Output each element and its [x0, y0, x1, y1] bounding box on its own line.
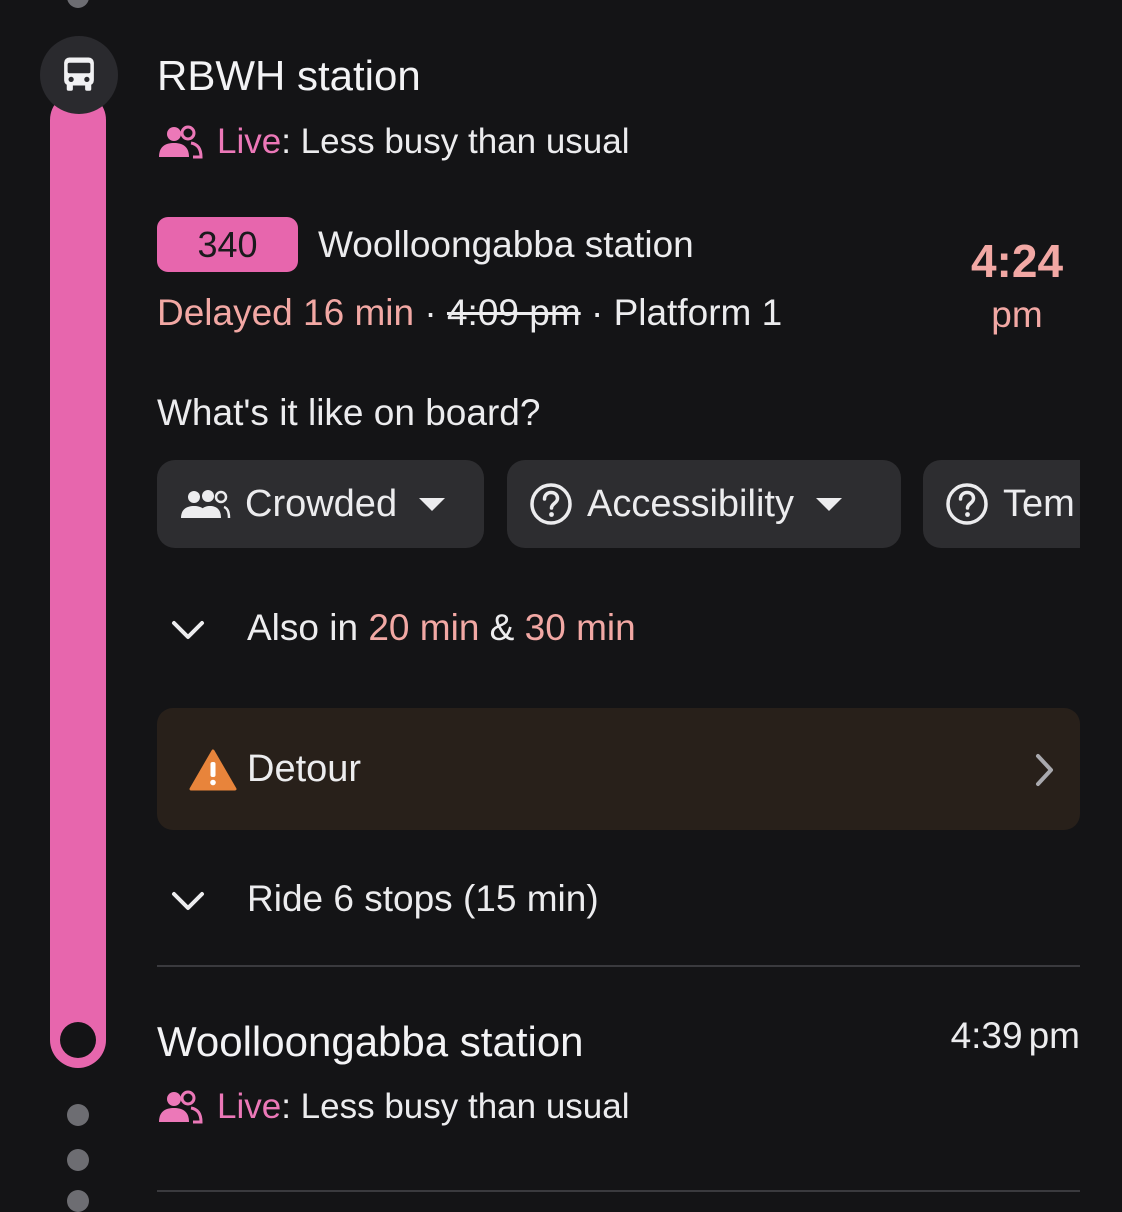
chip-label: Accessibility [587, 482, 794, 525]
help-circle-icon [530, 483, 572, 525]
departure-time: 4:24 [970, 235, 1064, 287]
chevron-down-icon [815, 497, 842, 511]
live-label: Live [217, 1087, 282, 1126]
timeline-dot-next [67, 1104, 89, 1126]
also-departures[interactable]: Also in 20 min & 30 min [247, 607, 636, 649]
timeline-end-dot [60, 1022, 96, 1058]
service-destination: Woolloongabba station [318, 224, 694, 265]
destination-live-status: Live: Less busy than usual [157, 1087, 630, 1127]
temperature-chip[interactable]: Tem [923, 460, 1080, 548]
ride-stops[interactable]: Ride 6 stops (15 min) [247, 878, 599, 920]
live-label: Live [217, 122, 282, 161]
destination-stop-name: Woolloongabba station [157, 1018, 584, 1065]
accessibility-chip[interactable]: Accessibility [507, 460, 901, 548]
delay-status: Delayed 16 min [157, 292, 415, 333]
platform: Platform 1 [613, 292, 783, 333]
scheduled-time: 4:09 pm [446, 292, 581, 333]
live-status-text: : Less busy than usual [281, 1087, 630, 1126]
bus-icon [64, 57, 94, 91]
next-departure-2: 30 min [524, 607, 636, 648]
origin-stop-name: RBWH station [157, 52, 421, 99]
also-prefix: Also in [247, 607, 369, 648]
expand-chevron-icon[interactable] [168, 881, 208, 921]
crowded-chip[interactable]: Crowded [157, 460, 484, 548]
service-status-row: Delayed 16 min · 4:09 pm · Platform 1 [157, 292, 782, 334]
separator: · [414, 292, 447, 333]
route-timeline-line [50, 92, 106, 1068]
arrival-time: 4:39 pm [951, 1015, 1080, 1057]
divider [157, 1190, 1080, 1192]
timeline-dot-next [67, 1190, 89, 1212]
arrival-time-unit: pm [1028, 1015, 1080, 1056]
chip-label: Crowded [245, 482, 398, 525]
next-departure-1: 20 min [368, 607, 480, 648]
onboard-chip-row: Crowded Accessibility Tem [157, 460, 1080, 550]
chip-label: Tem [1003, 482, 1075, 525]
timeline-dot-next [67, 1149, 89, 1171]
help-circle-icon [946, 483, 988, 525]
detour-alert[interactable]: Detour [157, 708, 1080, 830]
bus-badge [40, 36, 118, 114]
people-icon [181, 490, 231, 519]
route-number-badge: 340 [157, 217, 298, 272]
arrival-time-value: 4:39 [950, 1015, 1023, 1056]
origin-live-status: Live: Less busy than usual [157, 122, 630, 162]
warning-icon [189, 749, 237, 791]
departure-time-unit: pm [991, 294, 1043, 335]
separator: · [580, 292, 614, 333]
chevron-down-icon [419, 497, 446, 511]
live-status-text: : Less busy than usual [281, 122, 630, 161]
divider [157, 965, 1080, 967]
timeline-dot-previous [67, 0, 89, 8]
chevron-right-icon [1036, 754, 1053, 786]
people-icon [159, 1090, 203, 1124]
also-joiner: & [479, 607, 525, 648]
expand-chevron-icon[interactable] [168, 610, 208, 650]
people-icon [159, 125, 203, 159]
onboard-question: What's it like on board? [157, 392, 541, 433]
detour-label: Detour [247, 748, 362, 790]
